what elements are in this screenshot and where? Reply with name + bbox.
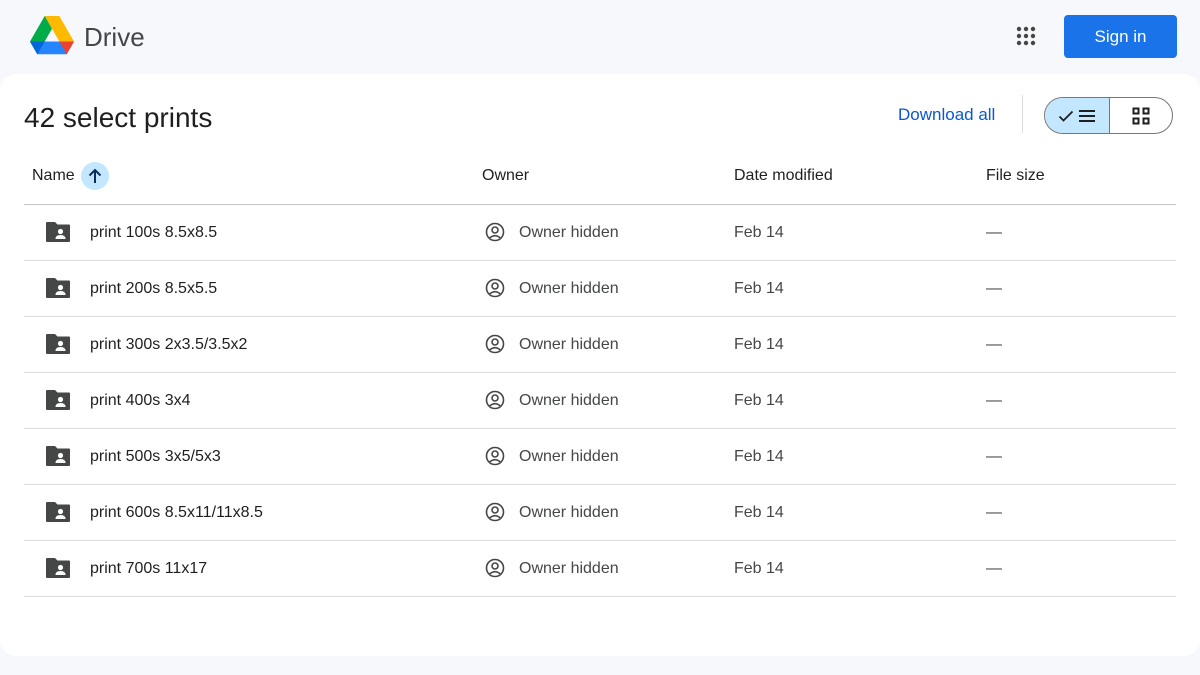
file-size: —	[986, 392, 1002, 409]
date-modified: Feb 14	[734, 336, 784, 353]
column-header-name[interactable]: Name	[32, 165, 75, 187]
date-modified: Feb 14	[734, 560, 784, 577]
file-name: print 100s 8.5x8.5	[90, 224, 218, 241]
table-row[interactable]: print 600s 8.5x11/11x8.5 Owner hidden Fe…	[24, 485, 1176, 541]
list-view-button[interactable]	[1045, 98, 1110, 133]
file-list: print 100s 8.5x8.5 Owner hidden Feb 14 —…	[24, 205, 1176, 597]
grid-view-button[interactable]	[1110, 98, 1172, 133]
check-icon	[1058, 110, 1074, 122]
shared-folder-icon	[46, 446, 70, 466]
date-modified: Feb 14	[734, 448, 784, 465]
account-circle-icon	[485, 558, 505, 578]
column-header-date-modified: Date modified	[734, 167, 833, 184]
drive-logo-icon[interactable]	[30, 16, 74, 56]
page-title: 42 select prints	[24, 102, 213, 133]
shared-folder-icon	[46, 558, 70, 578]
file-size: —	[986, 448, 1002, 465]
apps-grid-icon	[1016, 26, 1036, 46]
arrow-up-icon	[88, 168, 102, 183]
file-name: print 500s 3x5/5x3	[90, 448, 221, 465]
file-size: —	[986, 336, 1002, 353]
divider	[1022, 95, 1023, 133]
account-circle-icon	[485, 502, 505, 522]
file-name: print 400s 3x4	[90, 392, 191, 409]
table-row[interactable]: print 300s 2x3.5/3.5x2 Owner hidden Feb …	[24, 317, 1176, 373]
account-circle-icon	[485, 222, 505, 242]
owner-label: Owner hidden	[519, 280, 619, 297]
table-row[interactable]: print 400s 3x4 Owner hidden Feb 14 —	[24, 373, 1176, 429]
sort-button[interactable]	[81, 162, 109, 190]
file-list-panel: 42 select prints Download all Name Owner…	[0, 74, 1200, 656]
download-all-link[interactable]: Download all	[898, 104, 995, 126]
file-size: —	[986, 224, 1002, 241]
shared-folder-icon	[46, 502, 70, 522]
table-row[interactable]: print 700s 11x17 Owner hidden Feb 14 —	[24, 541, 1176, 597]
file-name: print 200s 8.5x5.5	[90, 280, 218, 297]
shared-folder-icon	[46, 334, 70, 354]
shared-folder-icon	[46, 390, 70, 410]
list-icon	[1079, 109, 1095, 122]
file-size: —	[986, 504, 1002, 521]
view-toggle	[1044, 97, 1173, 134]
google-apps-button[interactable]	[1006, 16, 1046, 56]
date-modified: Feb 14	[734, 280, 784, 297]
file-size: —	[986, 560, 1002, 577]
table-row[interactable]: print 100s 8.5x8.5 Owner hidden Feb 14 —	[24, 205, 1176, 261]
date-modified: Feb 14	[734, 392, 784, 409]
file-size: —	[986, 280, 1002, 297]
owner-label: Owner hidden	[519, 504, 619, 521]
owner-label: Owner hidden	[519, 560, 619, 577]
account-circle-icon	[485, 334, 505, 354]
table-row[interactable]: print 200s 8.5x5.5 Owner hidden Feb 14 —	[24, 261, 1176, 317]
file-name: print 600s 8.5x11/11x8.5	[90, 504, 263, 521]
column-header-file-size: File size	[986, 167, 1045, 184]
account-circle-icon	[485, 278, 505, 298]
account-circle-icon	[485, 446, 505, 466]
app-name: Drive	[84, 22, 145, 52]
shared-folder-icon	[46, 278, 70, 298]
owner-label: Owner hidden	[519, 448, 619, 465]
top-bar: Drive Sign in	[0, 0, 1200, 74]
date-modified: Feb 14	[734, 224, 784, 241]
sign-in-button[interactable]: Sign in	[1064, 15, 1177, 58]
owner-label: Owner hidden	[519, 224, 619, 241]
grid-icon	[1132, 107, 1150, 124]
file-name: print 700s 11x17	[90, 560, 208, 577]
table-row[interactable]: print 500s 3x5/5x3 Owner hidden Feb 14 —	[24, 429, 1176, 485]
column-header-owner: Owner	[482, 167, 530, 184]
owner-label: Owner hidden	[519, 336, 619, 353]
date-modified: Feb 14	[734, 504, 784, 521]
shared-folder-icon	[46, 222, 70, 242]
file-name: print 300s 2x3.5/3.5x2	[90, 336, 248, 353]
owner-label: Owner hidden	[519, 392, 619, 409]
account-circle-icon	[485, 390, 505, 410]
